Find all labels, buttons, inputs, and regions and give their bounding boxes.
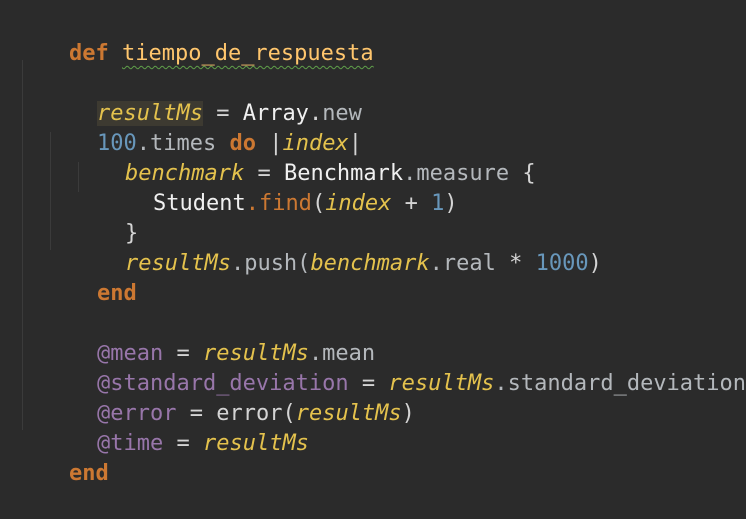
code-line-11[interactable]: @mean = resultMs.mean (44, 309, 375, 366)
paren: ) (588, 251, 602, 276)
class-name: Student (152, 191, 246, 216)
paren: ( (311, 191, 326, 216)
code-line-6[interactable]: Student.find(index + 1) (100, 159, 458, 216)
code-line-1[interactable]: def tiempo_de_respuesta (16, 9, 374, 66)
end-keyword: end (96, 281, 137, 306)
code-line-12[interactable]: @standard_deviation = resultMs.standard_… (44, 339, 746, 396)
brace: { (509, 161, 536, 186)
number-literal: 1 (431, 191, 445, 216)
assign-op: = (163, 431, 203, 456)
end-keyword: end (68, 461, 109, 486)
method-name: tiempo_de_respuesta (121, 41, 374, 66)
code-line-5[interactable]: benchmark = Benchmark.measure { (72, 129, 536, 186)
result-var: resultMs (295, 401, 402, 426)
benchmark-var: benchmark (310, 251, 430, 276)
multiply-op: * (495, 251, 536, 276)
paren: ) (444, 191, 458, 216)
code-editor[interactable]: def tiempo_de_respuesta resultMs = Array… (0, 0, 746, 486)
result-var: resultMs (124, 251, 231, 276)
code-line-13[interactable]: @error = error(resultMs) (44, 369, 415, 426)
indent-guide (22, 60, 23, 430)
method-call: .standard_deviation (494, 371, 746, 396)
code-line-4[interactable]: 100.times do |index| (44, 99, 362, 156)
code-line-14[interactable]: @time = resultMs (44, 399, 309, 456)
def-keyword: def (68, 41, 109, 66)
plus-op: + (391, 191, 432, 216)
paren: ) (401, 401, 415, 426)
block-arg: index (325, 191, 392, 216)
code-line-7[interactable]: } (72, 189, 138, 246)
method-call: .push( (230, 251, 311, 276)
method-call: .real (429, 251, 496, 276)
number-literal: 1000 (535, 251, 589, 276)
code-line-9[interactable]: end (44, 249, 137, 306)
code-line-15[interactable]: end (16, 429, 109, 486)
result-var: resultMs (202, 431, 309, 456)
code-line-3[interactable]: resultMs = Array.new (44, 69, 362, 126)
method-call: .find (245, 191, 312, 216)
code-line-8[interactable]: resultMs.push(benchmark.real * 1000) (72, 219, 602, 276)
